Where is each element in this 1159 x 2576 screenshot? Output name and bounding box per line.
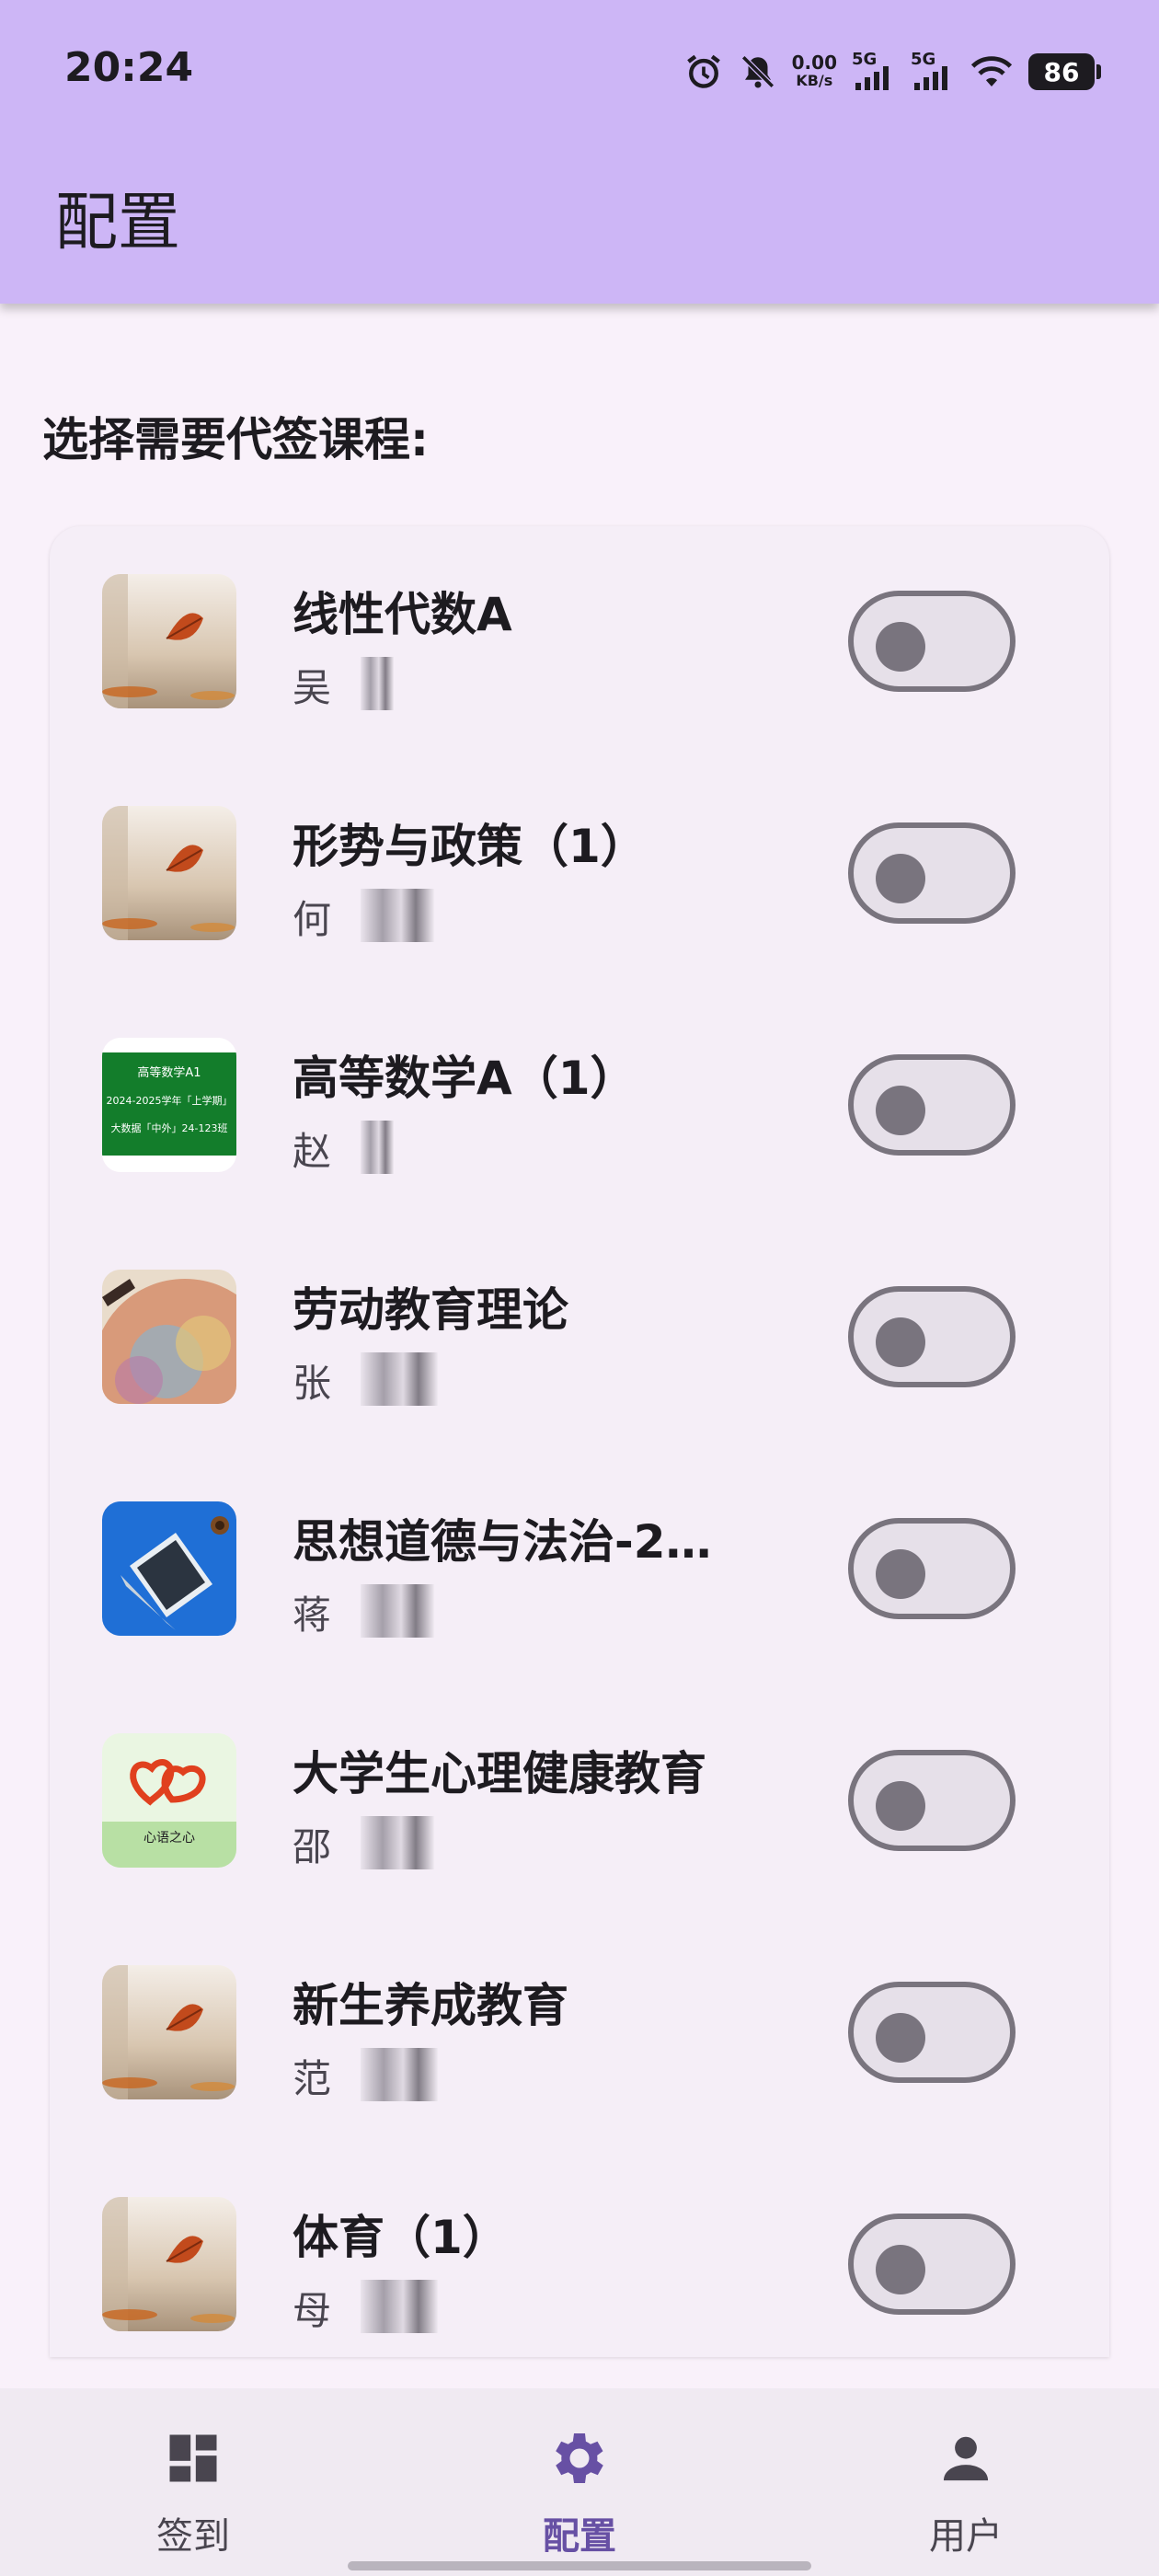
course-toggle-switch[interactable] <box>848 1518 1016 1619</box>
course-teacher: 邵 <box>293 1824 332 1869</box>
course-name: 体育（1） <box>293 2211 509 2264</box>
course-toggle-switch[interactable] <box>848 822 1016 924</box>
course-thumbnail <box>102 1965 236 2099</box>
switch-knob <box>876 1549 925 1599</box>
nav-label: 用户 <box>929 2515 1003 2558</box>
course-toggle-switch[interactable] <box>848 1750 1016 1851</box>
course-name: 大学生心理健康教育 <box>293 1747 706 1800</box>
signal-icon: 5G <box>911 50 955 92</box>
course-thumbnail <box>102 2197 236 2331</box>
nav-item-user[interactable]: 用户 <box>874 2421 1058 2559</box>
course-row[interactable]: 高等数学A1 2024-2025学年「上学期」 大数据「中外」24-123班 高等数… <box>50 990 1109 1222</box>
section-heading: 选择需要代签课程: <box>42 413 429 466</box>
course-name: 高等数学A（1） <box>293 1052 637 1105</box>
course-teacher: 吴 <box>293 665 332 710</box>
switch-knob <box>876 622 925 672</box>
redacted-name <box>361 1352 438 1406</box>
chalkboard-text: 大数据「中外」24-123班 <box>111 1121 228 1134</box>
nav-label: 配置 <box>543 2515 616 2558</box>
course-thumbnail: 心语之心 <box>102 1733 236 1868</box>
heart-thumb-text: 心语之心 <box>143 1831 195 1846</box>
net-speed: 0.00 KB/s <box>792 53 837 90</box>
signal-icon: 5G <box>852 50 896 92</box>
course-thumbnail <box>102 1270 236 1404</box>
redacted-name <box>361 1121 394 1174</box>
switch-knob <box>876 1086 925 1135</box>
redacted-name <box>361 889 434 942</box>
course-name: 线性代数A <box>293 588 512 641</box>
nav-label: 签到 <box>156 2515 230 2558</box>
chalkboard-text: 高等数学A1 <box>137 1065 201 1080</box>
course-teacher: 张 <box>293 1361 332 1406</box>
alarm-icon <box>683 52 724 92</box>
course-row[interactable]: 线性代数A 吴 <box>50 526 1109 758</box>
course-toggle-switch[interactable] <box>848 1286 1016 1387</box>
course-teacher: 赵 <box>293 1129 332 1174</box>
course-row[interactable]: 心语之心 大学生心理健康教育 邵 <box>50 1685 1109 1917</box>
course-toggle-switch[interactable] <box>848 1054 1016 1156</box>
course-row[interactable]: 形势与政策（1） 何 <box>50 758 1109 990</box>
switch-knob <box>876 854 925 903</box>
status-time: 20:24 <box>64 44 194 91</box>
course-row[interactable]: 体育（1） 母 <box>50 2149 1109 2357</box>
switch-knob <box>876 2245 925 2294</box>
course-thumbnail <box>102 574 236 708</box>
switch-knob <box>876 1317 925 1367</box>
course-row[interactable]: 思想道德与法治-2… 蒋 <box>50 1454 1109 1685</box>
course-teacher: 何 <box>293 897 332 942</box>
status-bar: 20:24 0.00 KB/s 5G 5G 86 <box>0 0 1159 147</box>
top-app-bar: 20:24 0.00 KB/s 5G 5G 86 配置 <box>0 0 1159 304</box>
redacted-name <box>361 2048 438 2101</box>
course-name: 思想道德与法治-2… <box>293 1515 712 1569</box>
course-name: 劳动教育理论 <box>293 1283 568 1337</box>
course-toggle-switch[interactable] <box>848 2214 1016 2315</box>
wifi-icon <box>970 53 1014 90</box>
net-speed-value: 0.00 <box>791 52 837 74</box>
bell-off-icon <box>739 52 777 91</box>
course-teacher: 蒋 <box>293 1593 332 1638</box>
course-thumbnail <box>102 806 236 940</box>
nav-item-config[interactable]: 配置 <box>488 2421 671 2559</box>
redacted-name <box>361 1816 434 1869</box>
course-name: 形势与政策（1） <box>293 820 647 873</box>
course-row[interactable]: 新生养成教育 范 <box>50 1917 1109 2149</box>
gear-icon <box>543 2421 616 2495</box>
home-indicator[interactable] <box>348 2561 811 2570</box>
course-row[interactable]: 劳动教育理论 张 <box>50 1222 1109 1454</box>
course-toggle-switch[interactable] <box>848 1982 1016 2083</box>
battery-icon: 86 <box>1028 53 1101 90</box>
course-toggle-switch[interactable] <box>848 591 1016 692</box>
course-list-card: 线性代数A 吴 形势与政策（1） 何 高等数学A1 2024-2025学年「上学期… <box>50 526 1109 2357</box>
course-teacher: 母 <box>293 2288 332 2333</box>
status-icons: 0.00 KB/s 5G 5G 86 <box>683 44 1101 99</box>
redacted-name <box>361 657 394 710</box>
redacted-name <box>361 1584 434 1638</box>
dashboard-icon <box>156 2421 230 2495</box>
course-thumbnail <box>102 1501 236 1636</box>
person-icon <box>929 2421 1003 2495</box>
bottom-navigation: 签到 配置 用户 <box>0 2388 1159 2576</box>
chalkboard-text: 2024-2025学年「上学期」 <box>107 1094 233 1107</box>
course-teacher: 范 <box>293 2056 332 2101</box>
redacted-name <box>361 2280 438 2333</box>
switch-knob <box>876 2013 925 2063</box>
switch-knob <box>876 1781 925 1831</box>
course-thumbnail: 高等数学A1 2024-2025学年「上学期」 大数据「中外」24-123班 <box>102 1038 236 1172</box>
nav-item-checkin[interactable]: 签到 <box>101 2421 285 2559</box>
net-speed-unit: KB/s <box>796 72 833 89</box>
course-name: 新生养成教育 <box>293 1979 568 2032</box>
page-title: 配置 <box>55 187 181 259</box>
